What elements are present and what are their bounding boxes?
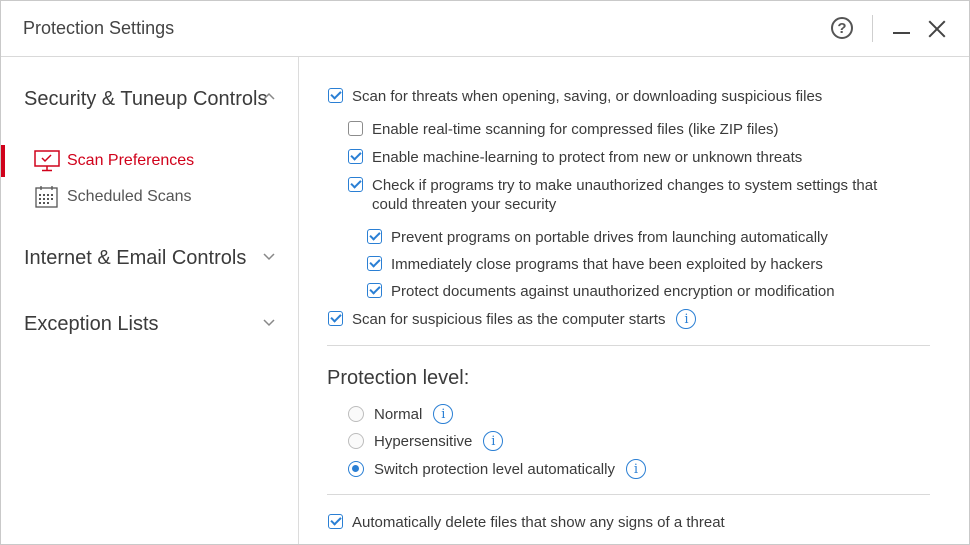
chevron-down-icon[interactable]	[263, 253, 275, 263]
section-divider	[327, 494, 930, 495]
title-bar: Protection Settings ?	[1, 1, 969, 57]
scan-on-access-option: Scan for threats when opening, saving, o…	[328, 87, 822, 106]
minimize-icon[interactable]	[890, 15, 914, 43]
hypersensitive-radio[interactable]	[348, 433, 364, 449]
portable-drives-label[interactable]: Prevent programs on portable drives from…	[391, 228, 828, 247]
info-icon[interactable]: i	[483, 431, 504, 451]
info-glyph: i	[633, 461, 639, 477]
help-icon[interactable]: ?	[831, 17, 853, 39]
switch-automatically-label[interactable]: Switch protection level automatically	[374, 460, 615, 479]
info-icon[interactable]: i	[433, 404, 454, 424]
sidebar-item-scan-preferences[interactable]: Scan Preferences	[1, 145, 297, 177]
scan-on-access-label[interactable]: Scan for threats when opening, saving, o…	[352, 87, 822, 106]
protection-level-auto: Switch protection level automatically i	[348, 459, 646, 479]
normal-radio[interactable]	[348, 406, 364, 422]
sidebar-section-internet-email[interactable]: Internet & Email Controls	[24, 247, 274, 270]
exploited-programs-checkbox[interactable]	[367, 256, 382, 271]
normal-label[interactable]: Normal	[374, 405, 422, 424]
machine-learning-label[interactable]: Enable machine-learning to protect from …	[372, 148, 802, 167]
portable-drives-checkbox[interactable]	[367, 229, 382, 244]
auto-delete-checkbox[interactable]	[328, 514, 343, 529]
sidebar-item-label: Scan Preferences	[67, 152, 195, 169]
startup-scan-checkbox[interactable]	[328, 311, 343, 326]
scan-preferences-panel: Scan for threats when opening, saving, o…	[299, 57, 969, 544]
info-glyph: i	[684, 311, 689, 327]
protection-level-normal: Normal i	[348, 404, 454, 424]
calendar-icon	[34, 186, 60, 208]
info-glyph: i	[441, 406, 446, 422]
exploited-programs-option: Immediately close programs that have bee…	[367, 255, 823, 274]
unauthorized-changes-label[interactable]: Check if programs try to make unauthoriz…	[372, 176, 878, 214]
sidebar-section-security-tuneup[interactable]: Security & Tuneup Controls	[24, 88, 274, 111]
machine-learning-option: Enable machine-learning to protect from …	[348, 148, 802, 167]
sidebar: Security & Tuneup Controls Scan Preferen…	[1, 57, 299, 544]
sidebar-item-label: Scheduled Scans	[67, 188, 192, 205]
chevron-up-icon[interactable]	[263, 92, 275, 102]
sidebar-item-scheduled-scans[interactable]: Scheduled Scans	[1, 181, 297, 213]
compressed-files-label[interactable]: Enable real-time scanning for compressed…	[372, 120, 779, 139]
document-encryption-label[interactable]: Protect documents against unauthorized e…	[391, 282, 835, 301]
info-icon[interactable]: i	[625, 459, 646, 479]
exploited-programs-label[interactable]: Immediately close programs that have bee…	[391, 255, 823, 274]
protection-level-heading: Protection level:	[327, 367, 470, 389]
protection-level-hypersensitive: Hypersensitive i	[348, 431, 504, 451]
unauthorized-changes-checkbox[interactable]	[348, 177, 363, 192]
auto-delete-option: Automatically delete files that show any…	[328, 513, 725, 532]
title-bar-divider	[872, 15, 873, 42]
startup-scan-label[interactable]: Scan for suspicious files as the compute…	[352, 310, 665, 329]
unauthorized-changes-option: Check if programs try to make unauthoriz…	[348, 176, 878, 214]
monitor-scan-icon	[34, 150, 60, 172]
close-icon[interactable]	[923, 15, 951, 43]
document-encryption-option: Protect documents against unauthorized e…	[367, 282, 835, 301]
chevron-down-icon[interactable]	[263, 319, 275, 329]
portable-drives-option: Prevent programs on portable drives from…	[367, 228, 828, 247]
help-glyph: ?	[837, 19, 847, 37]
auto-delete-label[interactable]: Automatically delete files that show any…	[352, 513, 725, 532]
startup-scan-option: Scan for suspicious files as the compute…	[328, 309, 697, 329]
compressed-files-checkbox[interactable]	[348, 121, 363, 136]
scan-on-access-checkbox[interactable]	[328, 88, 343, 103]
switch-automatically-radio[interactable]	[348, 461, 364, 477]
hypersensitive-label[interactable]: Hypersensitive	[374, 432, 472, 451]
info-icon[interactable]: i	[676, 309, 697, 329]
compressed-files-option: Enable real-time scanning for compressed…	[348, 120, 779, 139]
info-glyph: i	[491, 433, 496, 449]
document-encryption-checkbox[interactable]	[367, 283, 382, 298]
section-divider	[327, 345, 930, 346]
window-title: Protection Settings	[23, 18, 175, 38]
sidebar-section-exception-lists[interactable]: Exception Lists	[24, 313, 274, 336]
protection-settings-window: Protection Settings ? Security & Tuneup …	[0, 0, 970, 545]
machine-learning-checkbox[interactable]	[348, 149, 363, 164]
